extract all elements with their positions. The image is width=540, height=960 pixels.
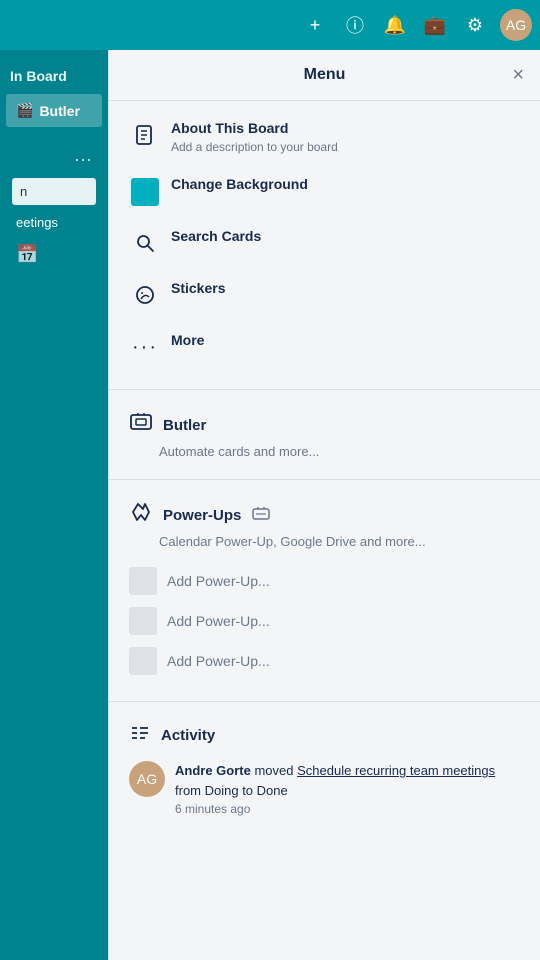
powerups-desc: Calendar Power-Up, Google Drive and more…	[129, 534, 520, 549]
bell-icon: 🔔	[384, 15, 406, 36]
more-title: More	[171, 331, 520, 351]
powerups-badge	[251, 504, 271, 527]
change-background-content: Change Background	[171, 175, 520, 195]
about-board-desc: Add a description to your board	[171, 139, 520, 156]
divider-1	[109, 389, 540, 390]
search-cards-content: Search Cards	[171, 227, 520, 247]
powerup-icon-1	[129, 567, 157, 595]
activity-section: Activity AG Andre Gorte moved Schedule r…	[109, 710, 540, 828]
more-item[interactable]: ··· More	[109, 321, 540, 373]
search-icon	[129, 227, 161, 259]
sidebar-ellipsis[interactable]: ···	[6, 145, 102, 174]
book-icon	[129, 119, 161, 151]
stickers-item[interactable]: Stickers	[109, 269, 540, 321]
gear-button[interactable]: ⚙	[456, 6, 494, 44]
avatar[interactable]: AG	[500, 9, 532, 41]
about-board-item[interactable]: About This Board Add a description to yo…	[109, 109, 540, 165]
info-icon: ⓘ	[346, 12, 364, 38]
powerup-add-label-3[interactable]: Add Power-Up...	[167, 653, 270, 669]
about-board-content: About This Board Add a description to yo…	[171, 119, 520, 155]
plus-icon: +	[310, 15, 321, 36]
ellipsis-icon: ···	[129, 331, 161, 363]
butler-sidebar-item[interactable]: 🎬 Butler	[6, 94, 102, 127]
activity-item: AG Andre Gorte moved Schedule recurring …	[129, 761, 520, 816]
powerups-section: Power-Ups Calendar Power-Up, Google Driv…	[109, 488, 540, 693]
butler-section[interactable]: Butler Automate cards and more...	[109, 398, 540, 471]
calendar-icon[interactable]: 📅	[6, 236, 102, 273]
activity-card-link[interactable]: Schedule recurring team meetings	[297, 763, 495, 778]
menu-close-button[interactable]: ×	[512, 65, 524, 85]
briefcase-icon: 💼	[424, 15, 446, 36]
search-cards-item[interactable]: Search Cards	[109, 217, 540, 269]
info-button[interactable]: ⓘ	[336, 6, 374, 44]
briefcase-button[interactable]: 💼	[416, 6, 454, 44]
menu-title: Menu	[304, 66, 346, 84]
butler-header: Butler	[129, 410, 520, 440]
menu-header: Menu ×	[109, 50, 540, 101]
activity-content: Andre Gorte moved Schedule recurring tea…	[175, 761, 520, 816]
about-board-title: About This Board	[171, 119, 520, 139]
powerup-icon-2	[129, 607, 157, 635]
powerup-add-row-3[interactable]: Add Power-Up...	[129, 641, 520, 681]
butler-sidebar-icon: 🎬	[16, 102, 33, 119]
powerup-add-row-1[interactable]: Add Power-Up...	[129, 561, 520, 601]
activity-icon	[129, 722, 151, 749]
activity-action-text: moved	[254, 763, 293, 778]
activity-user: Andre Gorte	[175, 763, 251, 778]
color-swatch-icon	[129, 175, 161, 207]
activity-text: Andre Gorte moved Schedule recurring tea…	[175, 761, 520, 800]
powerup-icon-3	[129, 647, 157, 675]
activity-from: from Doing to Done	[175, 783, 288, 798]
powerup-add-label-2[interactable]: Add Power-Up...	[167, 613, 270, 629]
change-background-item[interactable]: Change Background	[109, 165, 540, 217]
stickers-icon	[129, 279, 161, 311]
search-cards-title: Search Cards	[171, 227, 520, 247]
activity-header: Activity	[129, 722, 520, 749]
sidebar-search[interactable]: n	[12, 178, 96, 205]
stickers-content: Stickers	[171, 279, 520, 299]
change-background-title: Change Background	[171, 175, 520, 195]
activity-title: Activity	[161, 727, 215, 744]
more-content: More	[171, 331, 520, 351]
sidebar-section: ··· n eetings 📅	[0, 145, 108, 273]
sidebar: In Board 🎬 Butler ··· n eetings 📅	[0, 0, 108, 960]
butler-title: Butler	[163, 417, 206, 434]
activity-avatar-text: AG	[137, 771, 157, 787]
menu-items-section: About This Board Add a description to yo…	[109, 101, 540, 381]
sidebar-meetings[interactable]: eetings	[6, 209, 102, 236]
activity-time: 6 minutes ago	[175, 802, 520, 816]
gear-icon: ⚙	[467, 15, 483, 36]
stickers-title: Stickers	[171, 279, 520, 299]
menu-panel: Menu × About This Board Add a descriptio…	[108, 50, 540, 960]
butler-desc: Automate cards and more...	[129, 444, 520, 459]
butler-icon	[129, 410, 153, 440]
plus-button[interactable]: +	[296, 6, 334, 44]
divider-2	[109, 479, 540, 480]
board-label[interactable]: In Board	[0, 60, 108, 92]
butler-sidebar-label: Butler	[39, 103, 79, 119]
activity-avatar: AG	[129, 761, 165, 797]
powerups-title: Power-Ups	[163, 507, 241, 524]
topbar: + ⓘ 🔔 💼 ⚙ AG	[0, 0, 540, 50]
powerups-header: Power-Ups	[129, 500, 520, 530]
powerup-add-label-1[interactable]: Add Power-Up...	[167, 573, 270, 589]
divider-3	[109, 701, 540, 702]
bell-button[interactable]: 🔔	[376, 6, 414, 44]
powerup-add-row-2[interactable]: Add Power-Up...	[129, 601, 520, 641]
powerups-icon	[129, 500, 153, 530]
